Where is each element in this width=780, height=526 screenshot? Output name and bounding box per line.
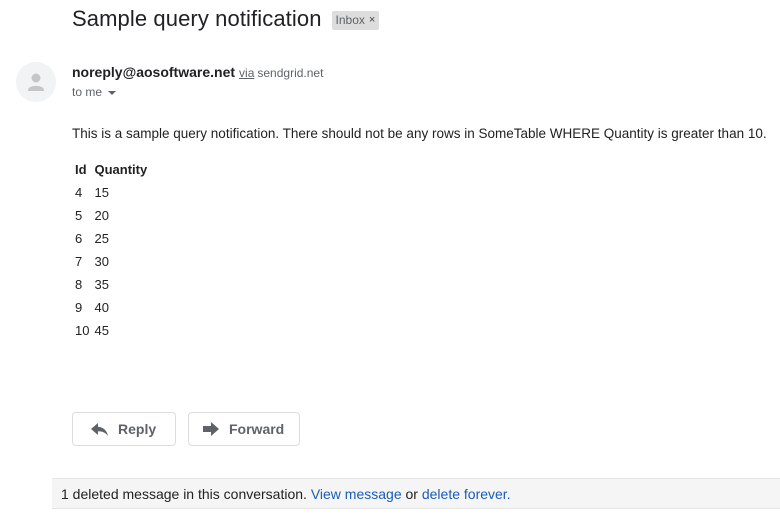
table-cell-id: 9	[75, 300, 83, 315]
sender-address[interactable]: noreply@aosoftware.net	[72, 64, 235, 80]
subject-header: Sample query notification Inbox ×	[72, 6, 380, 32]
table-row: 8 35	[72, 273, 149, 296]
deleted-message-notice: 1 deleted message in this conversation. …	[52, 478, 780, 509]
table-row: 9 40	[72, 296, 149, 319]
table-row: 5 20	[72, 204, 149, 227]
table-cell-id: 8	[75, 277, 83, 292]
email-view: Sample query notification Inbox × norepl…	[0, 0, 780, 526]
recipient-text: to me	[72, 85, 103, 99]
reply-button[interactable]: Reply	[72, 412, 176, 446]
table-row: 10 45	[72, 319, 149, 342]
deleted-notice-text: 1 deleted message in this conversation.	[61, 485, 307, 502]
table-cell-quantity: 40	[94, 300, 109, 315]
email-subject: Sample query notification	[72, 6, 322, 31]
table-cell-id: 4	[75, 185, 83, 200]
via-info: via sendgrid.net	[239, 66, 323, 80]
remove-label-icon[interactable]: ×	[369, 12, 375, 28]
table-cell-quantity: 25	[94, 231, 109, 246]
table-cell-quantity: 15	[94, 185, 109, 200]
table-cell-id: 7	[75, 254, 83, 269]
email-body-text: This is a sample query notification. The…	[72, 126, 767, 141]
table-header-id: Id	[75, 162, 87, 177]
inbox-label-text: Inbox	[335, 12, 365, 27]
forward-arrow-icon	[203, 422, 219, 436]
table-header-row: Id Quantity	[72, 158, 149, 181]
table-cell-quantity: 45	[94, 323, 109, 338]
caret-down-icon[interactable]	[108, 90, 117, 95]
via-domain: sendgrid.net	[257, 66, 324, 80]
sender-line: noreply@aosoftware.net via sendgrid.net	[72, 64, 323, 80]
deleted-notice-content: 1 deleted message in this conversation. …	[61, 486, 511, 502]
table-cell-id: 6	[75, 231, 83, 246]
forward-label: Forward	[229, 421, 285, 437]
delete-forever-link[interactable]: delete forever	[422, 486, 507, 502]
query-result-table: Id Quantity 4 15 5 20 6 25 7 30 8 35 9 4…	[72, 158, 149, 342]
view-message-link[interactable]: View message	[311, 486, 402, 502]
notice-period: .	[506, 485, 511, 502]
table-cell-quantity: 20	[94, 208, 109, 223]
table-row: 4 15	[72, 181, 149, 204]
table-cell-id: 5	[75, 208, 83, 223]
notice-connector: or	[405, 485, 418, 502]
table-row: 7 30	[72, 250, 149, 273]
table-cell-id: 10	[75, 323, 90, 338]
recipient-details-toggle[interactable]: to me	[72, 85, 117, 99]
table-row: 6 25	[72, 227, 149, 250]
table-cell-quantity: 35	[94, 277, 109, 292]
table-cell-quantity: 30	[94, 254, 109, 269]
reply-label: Reply	[118, 421, 157, 437]
table-header-quantity: Quantity	[94, 162, 148, 177]
inbox-label-chip[interactable]: Inbox ×	[331, 10, 380, 30]
via-link[interactable]: via	[239, 66, 254, 80]
forward-button[interactable]: Forward	[188, 412, 300, 446]
reply-arrow-icon	[91, 422, 108, 436]
person-avatar-icon[interactable]	[16, 62, 56, 102]
